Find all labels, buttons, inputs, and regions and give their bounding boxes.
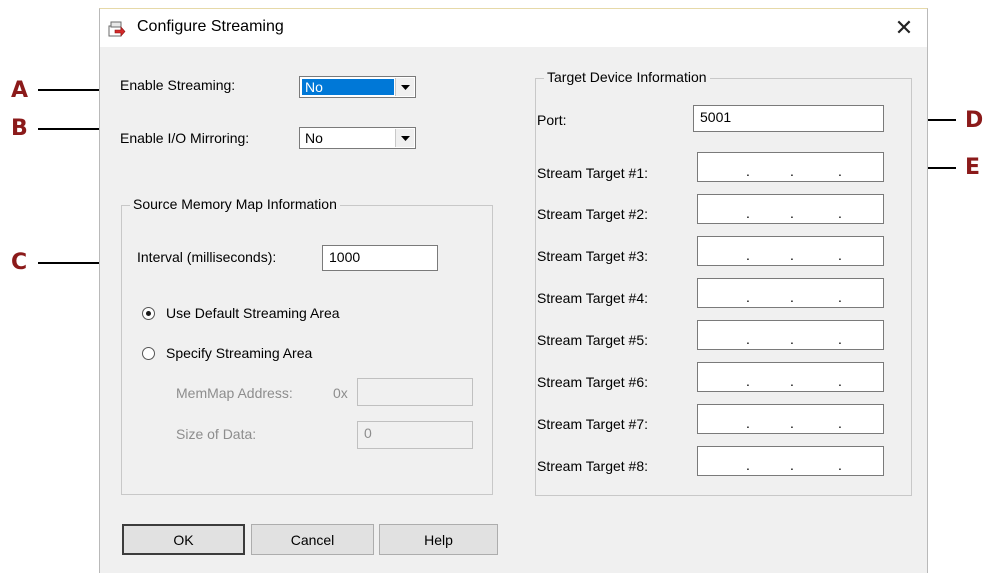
ip-dot: . — [790, 205, 794, 221]
stream-target-4-label: Stream Target #4: — [537, 290, 649, 306]
streaming-app-icon — [108, 20, 126, 38]
ip-dot: . — [838, 373, 842, 389]
stream-target-1-label: Stream Target #1: — [537, 165, 649, 181]
title-bar: Configure Streaming ✕ — [100, 9, 927, 47]
callout-c: C — [11, 250, 28, 275]
ip-dot: . — [838, 331, 842, 347]
stream-target-6-input[interactable]: . . . — [697, 362, 884, 392]
callout-b: B — [11, 116, 28, 141]
ip-dot: . — [790, 457, 794, 473]
enable-mirroring-value: No — [305, 130, 323, 146]
callout-e: E — [965, 155, 981, 180]
stream-target-8-input[interactable]: . . . — [697, 446, 884, 476]
close-button[interactable]: ✕ — [881, 9, 927, 47]
ip-dot: . — [746, 331, 750, 347]
source-group-title: Source Memory Map Information — [130, 196, 340, 212]
enable-mirroring-select[interactable]: No — [299, 127, 416, 149]
port-input[interactable]: 5001 — [693, 105, 884, 132]
ip-dot: . — [838, 247, 842, 263]
ip-dot: . — [746, 373, 750, 389]
callout-a: A — [11, 78, 29, 103]
ip-dot: . — [838, 163, 842, 179]
ip-dot: . — [746, 289, 750, 305]
dialog-title: Configure Streaming — [137, 18, 284, 35]
close-icon: ✕ — [894, 15, 914, 40]
ip-dot: . — [746, 247, 750, 263]
ip-dot: . — [790, 331, 794, 347]
ip-dot: . — [838, 457, 842, 473]
ip-dot: . — [838, 289, 842, 305]
memmap-prefix: 0x — [333, 385, 348, 401]
stream-target-5-label: Stream Target #5: — [537, 332, 649, 348]
default-area-radio[interactable] — [142, 307, 155, 320]
stream-target-6-label: Stream Target #6: — [537, 374, 649, 390]
ip-dot: . — [790, 163, 794, 179]
enable-streaming-select[interactable]: No — [299, 76, 416, 98]
ip-dot: . — [790, 415, 794, 431]
ip-dot: . — [746, 163, 750, 179]
ip-dot: . — [790, 247, 794, 263]
stream-target-1-input[interactable]: . . . — [697, 152, 884, 182]
interval-label: Interval (milliseconds): — [137, 249, 277, 265]
callout-d: D — [965, 108, 984, 133]
ip-dot: . — [746, 457, 750, 473]
help-button[interactable]: Help — [379, 524, 498, 555]
enable-mirroring-label: Enable I/O Mirroring: — [120, 130, 250, 146]
stream-target-7-label: Stream Target #7: — [537, 416, 649, 432]
stream-target-2-input[interactable]: . . . — [697, 194, 884, 224]
size-of-data-input[interactable]: 0 — [357, 421, 473, 449]
ip-dot: . — [746, 205, 750, 221]
ip-dot: . — [838, 415, 842, 431]
ip-dot: . — [790, 289, 794, 305]
cancel-button[interactable]: Cancel — [251, 524, 374, 555]
ip-dot: . — [790, 373, 794, 389]
stream-target-3-label: Stream Target #3: — [537, 248, 649, 264]
ip-dot: . — [746, 415, 750, 431]
specify-area-radio[interactable] — [142, 347, 155, 360]
stream-target-2-label: Stream Target #2: — [537, 206, 649, 222]
memmap-address-label: MemMap Address: — [176, 385, 293, 401]
stream-target-3-input[interactable]: . . . — [697, 236, 884, 266]
enable-streaming-label: Enable Streaming: — [120, 77, 236, 93]
chevron-down-icon[interactable] — [395, 78, 414, 96]
target-group-title: Target Device Information — [544, 69, 710, 85]
stream-target-8-label: Stream Target #8: — [537, 458, 649, 474]
stream-target-7-input[interactable]: . . . — [697, 404, 884, 434]
default-area-label[interactable]: Use Default Streaming Area — [166, 305, 340, 321]
port-label: Port: — [537, 112, 567, 128]
configure-streaming-dialog: Configure Streaming ✕ Enable Streaming: … — [99, 8, 928, 573]
chevron-down-icon[interactable] — [395, 129, 414, 147]
size-of-data-label: Size of Data: — [176, 426, 257, 442]
ok-button[interactable]: OK — [122, 524, 245, 555]
interval-input[interactable]: 1000 — [322, 245, 438, 271]
memmap-address-input[interactable] — [357, 378, 473, 406]
specify-area-label[interactable]: Specify Streaming Area — [166, 345, 312, 361]
enable-streaming-value: No — [302, 79, 394, 95]
stream-target-4-input[interactable]: . . . — [697, 278, 884, 308]
stream-target-5-input[interactable]: . . . — [697, 320, 884, 350]
ip-dot: . — [838, 205, 842, 221]
